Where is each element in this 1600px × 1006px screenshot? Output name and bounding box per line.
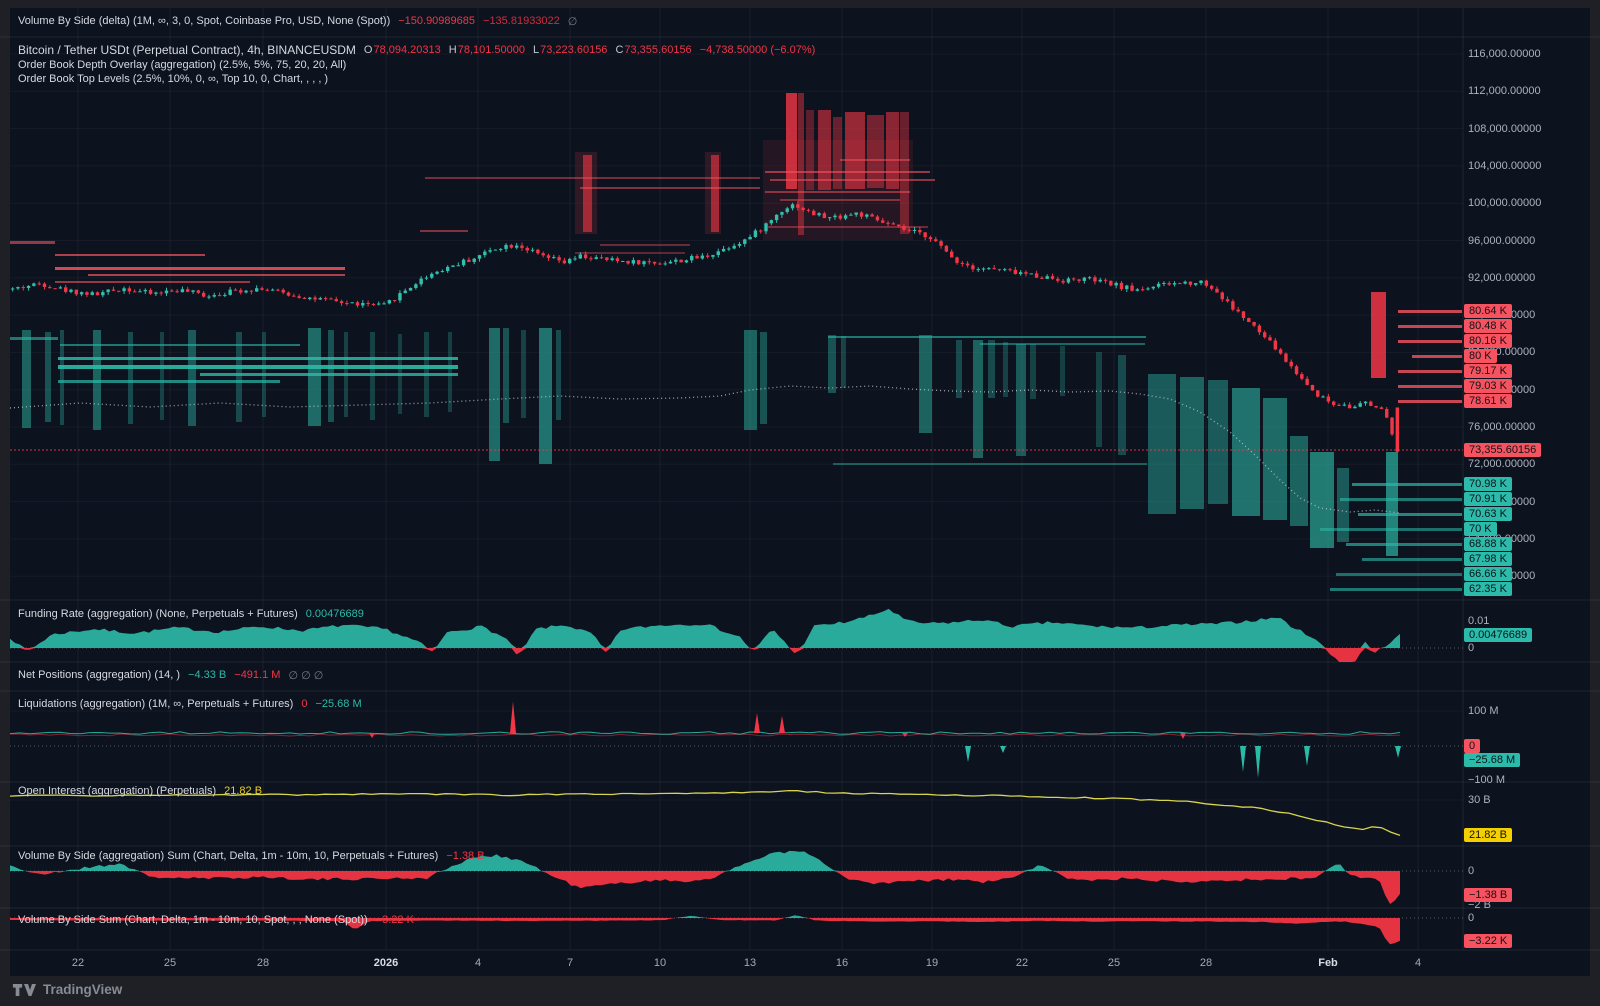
indicator-title[interactable]: Volume By Side (delta) (1M, ∞, 3, 0, Spo…: [18, 15, 390, 27]
price-badge: 78.61 K: [1464, 394, 1512, 408]
time-axis-label: Feb: [1318, 957, 1338, 969]
price-badge: 70.63 K: [1464, 507, 1512, 521]
time-axis-label: 25: [164, 957, 176, 969]
empty-set-icon: ∅: [568, 15, 578, 28]
indicator-value: −135.81933022: [483, 15, 560, 27]
price-axis-label: 108,000.00000: [1468, 123, 1541, 135]
indicator-value: −3.22 K: [376, 914, 414, 926]
indicator-title[interactable]: Funding Rate (aggregation) (None, Perpet…: [18, 608, 298, 620]
price-badge: 70.98 K: [1464, 477, 1512, 491]
price-axis-label: 100,000.00000: [1468, 197, 1541, 209]
pane-header-vbs-agg-sum: Volume By Side (aggregation) Sum (Chart,…: [18, 849, 485, 863]
indicator-title[interactable]: Open Interest (aggregation) (Perpetuals): [18, 785, 216, 797]
price-badge: 21.82 B: [1464, 828, 1512, 842]
indicator-title[interactable]: Liquidations (aggregation) (1M, ∞, Perpe…: [18, 698, 293, 710]
ohlc-close: C73,355.60156: [615, 44, 691, 56]
time-axis-label: 22: [72, 957, 84, 969]
time-axis-label: 4: [1415, 957, 1421, 969]
price-axis-label: 104,000.00000: [1468, 160, 1541, 172]
tradingview-window: Volume By Side (delta) (1M, ∞, 3, 0, Spo…: [0, 0, 1600, 1006]
price-badge: 0.00476689: [1464, 628, 1532, 642]
price-axis-label: 96,000.00000: [1468, 235, 1535, 247]
empty-set-icon: ∅ ∅ ∅: [288, 669, 323, 682]
symbol-title[interactable]: Bitcoin / Tether USDt (Perpetual Contrac…: [18, 43, 356, 57]
tradingview-logo[interactable]: TradingView: [12, 982, 122, 997]
price-axis-label: 0: [1468, 912, 1474, 924]
pane-header-open-interest: Open Interest (aggregation) (Perpetuals)…: [18, 784, 262, 798]
indicator-title[interactable]: Order Book Depth Overlay (aggregation) (…: [18, 59, 346, 71]
time-axis-label: 4: [475, 957, 481, 969]
indicator-value: −1.38 B: [446, 850, 484, 862]
indicator-title[interactable]: Net Positions (aggregation) (14, ): [18, 669, 180, 681]
indicator-title[interactable]: Volume By Side (aggregation) Sum (Chart,…: [18, 850, 438, 862]
price-badge: 62.35 K: [1464, 582, 1512, 596]
time-axis-label: 10: [654, 957, 666, 969]
price-badge: 80.64 K: [1464, 304, 1512, 318]
price-badge: 80.16 K: [1464, 334, 1512, 348]
indicator-value: −4.33 B: [188, 669, 226, 681]
pane-header-depth-overlay: Order Book Depth Overlay (aggregation) (…: [18, 58, 346, 72]
pane-header-vbs-delta: Volume By Side (delta) (1M, ∞, 3, 0, Spo…: [18, 14, 577, 28]
pane-header-vbs-spot-sum: Volume By Side Sum (Chart, Delta, 1m - 1…: [18, 913, 414, 927]
pane-header-funding-rate: Funding Rate (aggregation) (None, Perpet…: [18, 607, 364, 621]
indicator-value: −491.1 M: [234, 669, 280, 681]
indicator-value: 0: [301, 698, 307, 710]
ohlc-high: H78,101.50000: [449, 44, 525, 56]
price-axis-label: 116,000.00000: [1468, 48, 1541, 60]
indicator-value: 21.82 B: [224, 785, 262, 797]
time-axis-label: 28: [1200, 957, 1212, 969]
price-axis-label: 100 M: [1468, 705, 1499, 717]
indicator-title[interactable]: Order Book Top Levels (2.5%, 10%, 0, ∞, …: [18, 73, 328, 85]
price-axis-label: 0: [1468, 865, 1474, 877]
price-axis-label: 30 B: [1468, 794, 1491, 806]
time-axis-label: 28: [257, 957, 269, 969]
time-axis-label: 16: [836, 957, 848, 969]
price-badge: 70.91 K: [1464, 492, 1512, 506]
price-badge: 73,355.60156: [1464, 443, 1541, 457]
tradingview-label: TradingView: [43, 982, 122, 997]
indicator-value: −25.68 M: [315, 698, 361, 710]
time-axis-label: 13: [744, 957, 756, 969]
price-badge: −3.22 K: [1464, 934, 1512, 948]
time-axis-label: 25: [1108, 957, 1120, 969]
price-badge: 67.98 K: [1464, 552, 1512, 566]
price-badge: 80 K: [1464, 349, 1497, 363]
indicator-value: −150.90989685: [398, 15, 475, 27]
time-axis-label: 19: [926, 957, 938, 969]
price-badge: −1.38 B: [1464, 888, 1512, 902]
pane-header-top-levels: Order Book Top Levels (2.5%, 10%, 0, ∞, …: [18, 72, 328, 86]
pane-header-symbol: Bitcoin / Tether USDt (Perpetual Contrac…: [18, 43, 815, 57]
price-axis-label: 0: [1468, 642, 1474, 654]
price-axis-label: 76,000.00000: [1468, 421, 1535, 433]
time-axis-label: 22: [1016, 957, 1028, 969]
liquidations-series: [10, 701, 1401, 778]
ohlc-open: O78,094.20313: [364, 44, 441, 56]
price-badge: 80.48 K: [1464, 319, 1512, 333]
price-axis-label: 72,000.00000: [1468, 458, 1535, 470]
price-badge: 79.17 K: [1464, 364, 1512, 378]
price-axis-label: 0.01: [1468, 615, 1489, 627]
time-axis-label: 2026: [374, 957, 398, 969]
tradingview-icon: [12, 982, 36, 997]
price-badge: 68.88 K: [1464, 537, 1512, 551]
price-badge: 0: [1464, 739, 1480, 753]
price-badge: 66.66 K: [1464, 567, 1512, 581]
price-axis-label: −100 M: [1468, 774, 1505, 786]
pane-header-liquidations: Liquidations (aggregation) (1M, ∞, Perpe…: [18, 697, 362, 711]
indicator-title[interactable]: Volume By Side Sum (Chart, Delta, 1m - 1…: [18, 914, 368, 926]
pane-header-net-positions: Net Positions (aggregation) (14, ) −4.33…: [18, 668, 323, 682]
change-value: −4,738.50000 (−6.07%): [700, 44, 816, 56]
price-badge: 70 K: [1464, 522, 1497, 536]
time-axis-label: 7: [567, 957, 573, 969]
price-axis-label: 112,000.00000: [1468, 85, 1541, 97]
price-axis-label: 92,000.00000: [1468, 272, 1535, 284]
orderbook-heatmap: [10, 93, 1462, 591]
price-badge: 79.03 K: [1464, 379, 1512, 393]
indicator-value: 0.00476689: [306, 608, 364, 620]
ohlc-low: L73,223.60156: [533, 44, 607, 56]
price-badge: −25.68 M: [1464, 753, 1520, 767]
